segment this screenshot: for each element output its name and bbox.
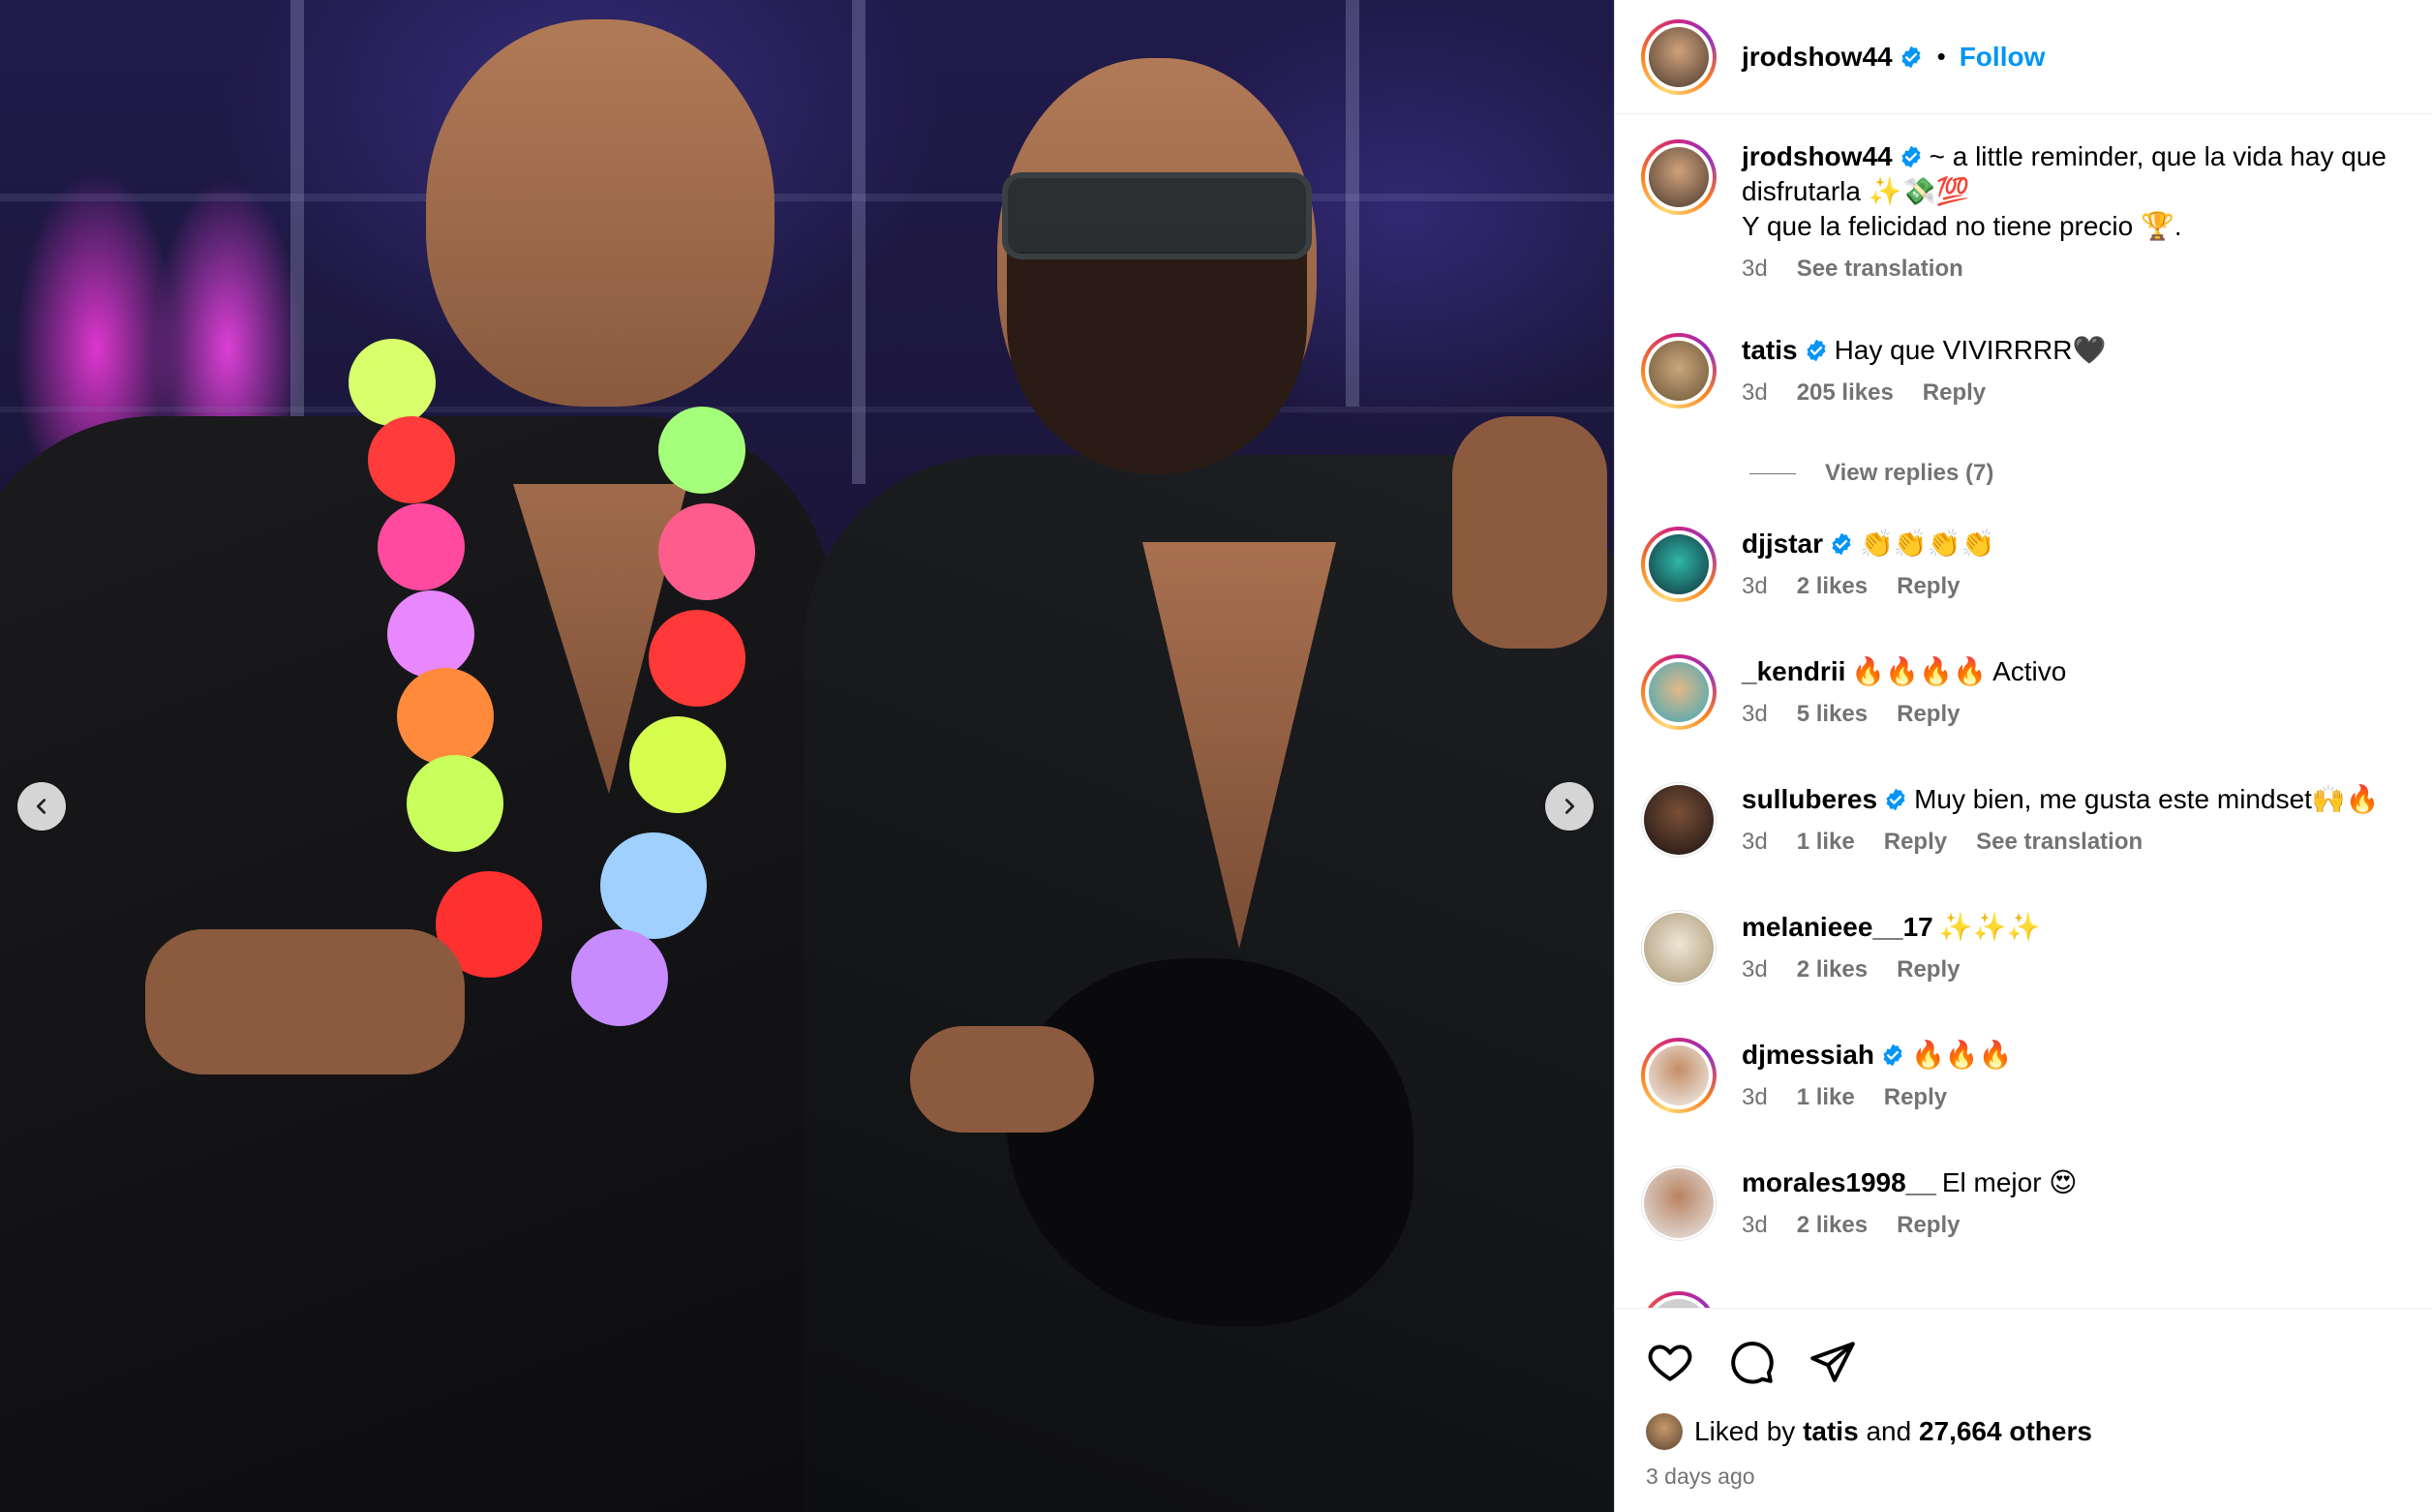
verified-badge-icon (1886, 788, 1905, 811)
post-header: jrodshow44 • Follow (1615, 0, 2432, 114)
caption-text-line2: Y que la felicidad no tiene precio 🏆. (1742, 211, 2182, 241)
comment-text: 🔥🔥🔥🔥 Activo (1851, 656, 2067, 686)
comment-item-partial (1641, 1291, 1717, 1308)
see-translation-link[interactable]: See translation (1797, 256, 1963, 283)
heart-icon[interactable] (1646, 1338, 1694, 1386)
follow-button[interactable]: Follow (1960, 42, 2046, 73)
reply-button[interactable]: Reply (1884, 1084, 1947, 1111)
caption-time: 3d (1742, 256, 1768, 282)
author-avatar[interactable] (1641, 18, 1717, 95)
comment-time: 3d (1742, 379, 1768, 406)
comment-item: djjstar 👏👏👏👏 3d 2 likes Reply (1641, 527, 2419, 602)
chevron-left-icon (36, 799, 46, 814)
comment-likes[interactable]: 205 likes (1797, 379, 1894, 407)
author-username[interactable]: jrodshow44 (1742, 42, 1893, 73)
commenter-avatar[interactable] (1641, 1038, 1717, 1113)
comment-icon[interactable] (1727, 1338, 1776, 1386)
commenter-username[interactable]: morales1998__ (1742, 1167, 1936, 1197)
send-icon[interactable] (1809, 1338, 1857, 1386)
liked-by-others[interactable]: 27,664 others (1919, 1416, 2092, 1447)
comment-time: 3d (1742, 701, 1768, 727)
comment-time: 3d (1742, 956, 1768, 983)
comment-item: djmessiah 🔥🔥🔥 3d 1 like Reply (1641, 1038, 2419, 1113)
commenter-username[interactable]: djmessiah (1742, 1040, 1874, 1070)
commenter-username[interactable]: djjstar (1742, 529, 1823, 559)
liked-by-and: and (1866, 1416, 1912, 1446)
comment-text: ✨✨✨ (1938, 912, 2041, 942)
commenter-avatar[interactable] (1641, 910, 1717, 985)
comment-likes[interactable]: 2 likes (1797, 573, 1868, 600)
post-photo (0, 0, 1614, 1512)
verified-badge-icon (1901, 145, 1921, 168)
post-side-panel: jrodshow44 • Follow jrodshow44 ~ a little… (1614, 0, 2432, 1512)
commenter-avatar[interactable] (1641, 782, 1717, 858)
caption-avatar[interactable] (1641, 139, 1717, 215)
reply-button[interactable]: Reply (1923, 379, 1986, 407)
reply-button[interactable]: Reply (1884, 829, 1947, 856)
view-replies-button[interactable]: View replies (7) (1749, 460, 1993, 487)
reply-button[interactable]: Reply (1897, 701, 1960, 728)
comment-time: 3d (1742, 1212, 1768, 1238)
liked-by-user[interactable]: tatis (1803, 1416, 1859, 1447)
caption-username[interactable]: jrodshow44 (1742, 141, 1893, 171)
reply-button[interactable]: Reply (1897, 1212, 1960, 1239)
reply-button[interactable]: Reply (1897, 573, 1960, 600)
commenter-avatar[interactable] (1641, 1165, 1717, 1241)
comment-likes[interactable]: 2 likes (1797, 956, 1868, 983)
comment-item: morales1998__ El mejor 😍 3d 2 likes Reply (1641, 1165, 2419, 1241)
commenter-avatar[interactable] (1641, 333, 1717, 408)
next-photo-button[interactable] (1545, 782, 1594, 831)
post-timestamp[interactable]: 3 days ago (1646, 1464, 1755, 1490)
comments-list[interactable]: jrodshow44 ~ a little reminder, que la vi… (1615, 115, 2432, 1308)
separator-dot: • (1936, 42, 1946, 71)
comment-text: 👏👏👏👏 (1860, 529, 1995, 559)
liker-avatar[interactable] (1646, 1413, 1683, 1450)
comment-likes[interactable]: 2 likes (1797, 1212, 1868, 1239)
see-translation-link[interactable]: See translation (1976, 829, 2143, 856)
verified-badge-icon (1832, 532, 1851, 556)
comment-time: 3d (1742, 829, 1768, 855)
verified-badge-icon (1807, 339, 1826, 362)
chevron-right-icon (1565, 799, 1575, 814)
comment-item: tatis Hay que VIVIRRRR🖤 3d 205 likes Repl… (1641, 333, 2419, 408)
comment-text: El mejor 😍 (1941, 1167, 2078, 1197)
commenter-username[interactable]: tatis (1742, 335, 1798, 365)
view-replies-label: View replies (7) (1825, 460, 1994, 486)
post-actions: Liked by tatis and 27,664 others 3 days … (1615, 1308, 2432, 1512)
verified-badge-icon (1901, 45, 1921, 68)
comment-item: melanieee__17 ✨✨✨ 3d 2 likes Reply (1641, 910, 2419, 985)
commenter-avatar[interactable] (1641, 654, 1717, 730)
comment-time: 3d (1742, 573, 1768, 599)
comment-likes[interactable]: 5 likes (1797, 701, 1868, 728)
caption: jrodshow44 ~ a little reminder, que la vi… (1641, 139, 2419, 283)
reply-button[interactable]: Reply (1897, 956, 1960, 983)
comment-text: 🔥🔥🔥 (1910, 1040, 2013, 1070)
commenter-username[interactable]: sulluberes (1742, 784, 1877, 814)
liked-by-prefix: Liked by (1694, 1416, 1796, 1446)
liked-by: Liked by tatis and 27,664 others (1646, 1413, 2092, 1450)
commenter-username[interactable]: melanieee__17 (1742, 912, 1933, 942)
comment-likes[interactable]: 1 like (1797, 1084, 1855, 1111)
comment-likes[interactable]: 1 like (1797, 829, 1855, 856)
verified-badge-icon (1883, 1043, 1902, 1067)
commenter-username[interactable]: _kendrii (1742, 656, 1845, 686)
comment-item: sulluberes Muy bien, me gusta este mindse… (1641, 782, 2419, 858)
comment-time: 3d (1742, 1084, 1768, 1110)
comment-item: _kendrii 🔥🔥🔥🔥 Activo 3d 5 likes Reply (1641, 654, 2419, 730)
commenter-avatar[interactable] (1641, 1291, 1717, 1308)
comment-text: Muy bien, me gusta este mindset🙌🔥 (1914, 784, 2380, 814)
previous-photo-button[interactable] (17, 782, 66, 831)
commenter-avatar[interactable] (1641, 527, 1717, 602)
view-replies-line (1749, 472, 1796, 474)
comment-text: Hay que VIVIRRRR🖤 (1834, 335, 2107, 365)
